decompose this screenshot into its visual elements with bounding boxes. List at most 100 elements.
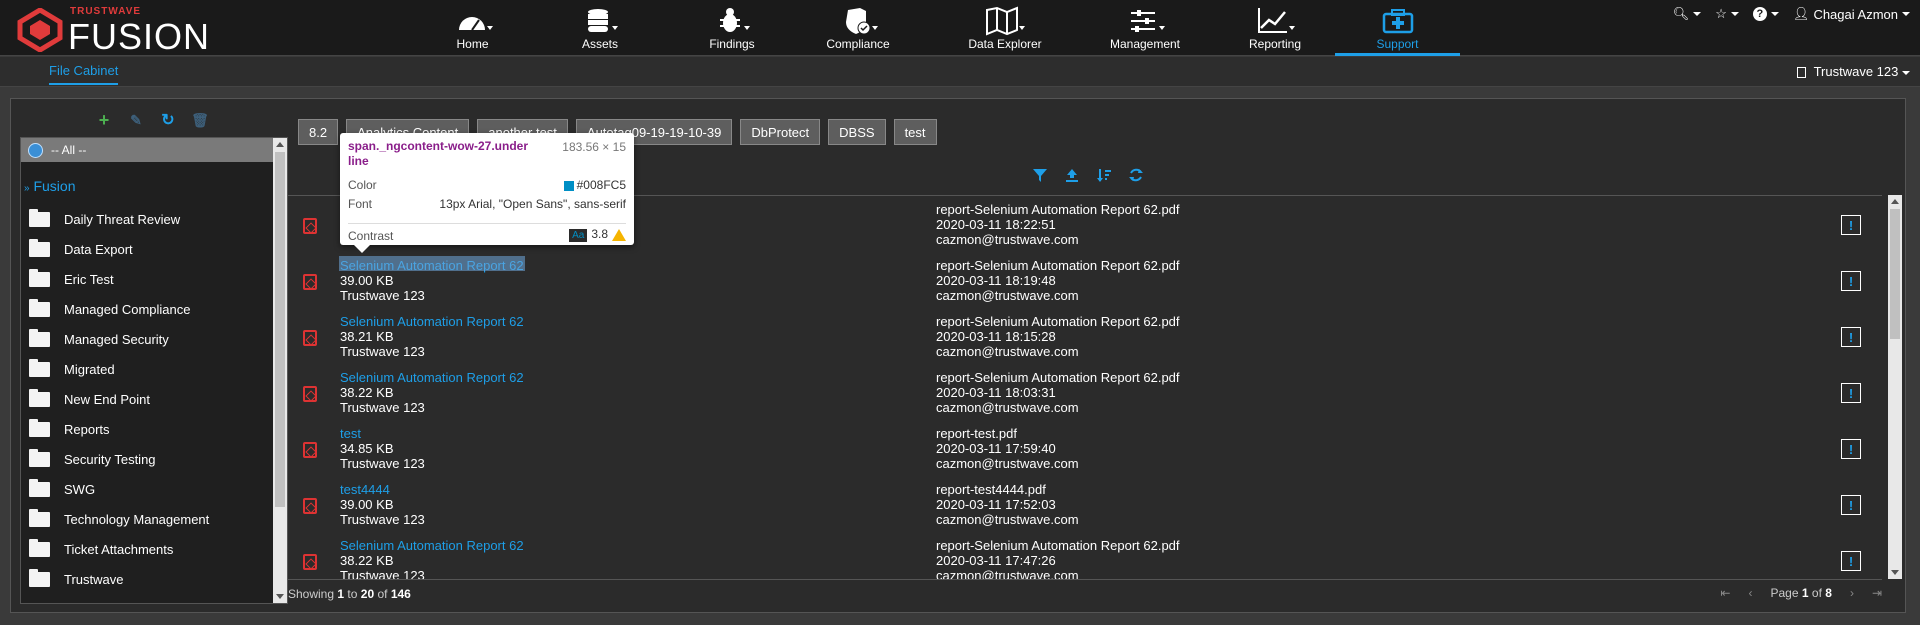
tab-file-cabinet[interactable]: File Cabinet xyxy=(49,63,119,85)
row-action-button[interactable]: ! xyxy=(1841,271,1861,291)
scroll-down-icon[interactable] xyxy=(276,594,284,599)
nav-data-explorer[interactable]: Data Explorer xyxy=(950,0,1060,56)
tag-button[interactable]: DbProtect xyxy=(740,119,821,145)
favorites-menu[interactable]: ☆ xyxy=(1715,6,1739,22)
file-size: 38.22 KB xyxy=(340,385,394,400)
folder-item[interactable]: Managed Compliance xyxy=(29,294,269,324)
file-list-scrollbar[interactable] xyxy=(1888,195,1902,579)
nav-findings[interactable]: Findings xyxy=(692,0,772,56)
folder-item[interactable]: New End Point xyxy=(29,384,269,414)
help-icon: ? xyxy=(1752,7,1767,21)
add-folder-button[interactable]: + xyxy=(95,110,113,130)
nav-home[interactable]: Home xyxy=(430,0,515,56)
folder-item[interactable]: SWG xyxy=(29,474,269,504)
folder-item[interactable]: Security Testing xyxy=(29,444,269,474)
folder-item[interactable]: Managed Security xyxy=(29,324,269,354)
next-page-icon[interactable]: › xyxy=(1850,586,1854,600)
scroll-up-icon[interactable] xyxy=(1891,199,1899,204)
trash-icon: 🗑︎ xyxy=(191,111,209,128)
folder-scrollbar[interactable] xyxy=(273,138,287,603)
refresh-folders-button[interactable]: ↻ xyxy=(159,111,177,129)
nav-compliance[interactable]: Compliance xyxy=(818,0,898,56)
file-list: report-Selenium Automation Report 62.pdf… xyxy=(288,195,1882,579)
nav-assets[interactable]: Assets xyxy=(560,0,640,56)
folder-icon xyxy=(29,268,50,287)
refresh-files-button[interactable] xyxy=(1128,167,1146,185)
tree-item-label: -- All -- xyxy=(51,143,87,157)
folder-tree: -- All -- » Fusion Daily Threat Review Da… xyxy=(20,137,288,604)
folder-item[interactable]: Migrated xyxy=(29,354,269,384)
row-action-button[interactable]: ! xyxy=(1841,215,1861,235)
delete-folder-button[interactable]: 🗑︎ xyxy=(191,111,209,129)
folder-item[interactable]: Eric Test xyxy=(29,264,269,294)
nav-management[interactable]: Management xyxy=(1090,0,1200,56)
folder-label: Security Testing xyxy=(64,451,156,467)
scroll-down-icon[interactable] xyxy=(1891,570,1899,575)
org-selector[interactable]: Trustwave 123 xyxy=(1796,64,1910,79)
prev-page-icon[interactable]: ‹ xyxy=(1748,586,1752,600)
scroll-up-icon[interactable] xyxy=(276,142,284,147)
nav-support[interactable]: Support xyxy=(1335,0,1460,56)
file-owner: cazmon@trustwave.com xyxy=(936,568,1079,579)
upload-button[interactable] xyxy=(1064,167,1082,185)
row-action-button[interactable]: ! xyxy=(1841,439,1861,459)
pagination: ⇤ ‹ Page 1 of 8 › ⇥ xyxy=(1720,586,1882,600)
file-row[interactable]: test 34.85 KB Trustwave 123 report-test.pdf… xyxy=(288,424,1863,480)
scroll-thumb[interactable] xyxy=(275,152,285,507)
nav-reporting[interactable]: Reporting xyxy=(1230,0,1320,56)
tag-button[interactable]: DBSS xyxy=(828,119,886,145)
upload-icon xyxy=(1066,169,1078,182)
report-name-link[interactable]: Selenium Automation Report 62 xyxy=(340,314,524,329)
row-action-button[interactable]: ! xyxy=(1841,551,1861,571)
nav-label: Support xyxy=(1376,37,1419,51)
report-name-link[interactable]: Selenium Automation Report 62 xyxy=(340,370,524,385)
folder-item[interactable]: Daily Threat Review xyxy=(29,204,269,234)
report-name-link[interactable]: test4444 xyxy=(340,482,425,497)
edit-folder-button[interactable]: ✎ xyxy=(127,111,145,129)
file-owner: cazmon@trustwave.com xyxy=(936,512,1079,527)
tree-root-fusion[interactable]: » Fusion xyxy=(24,178,75,194)
pdf-icon xyxy=(303,330,317,346)
folder-item[interactable]: Technology Management xyxy=(29,504,269,534)
nav-label: Assets xyxy=(581,37,618,51)
tooltip-color-label: Color xyxy=(348,178,377,192)
search-menu[interactable]: 🔍︎ xyxy=(1673,6,1702,22)
file-org: Trustwave 123 xyxy=(340,456,425,471)
user-menu[interactable]: 👤︎ Chagai Azmon xyxy=(1793,6,1910,22)
folder-item[interactable]: Ticket Attachments xyxy=(29,534,269,564)
pdf-icon xyxy=(303,554,317,570)
row-action-button[interactable]: ! xyxy=(1841,495,1861,515)
fusion-logo[interactable]: TRUSTWAVE FUSION xyxy=(16,6,209,57)
current-page: 1 xyxy=(1801,586,1809,600)
file-meta: report-Selenium Automation Report 62.pdf… xyxy=(936,538,1180,579)
row-action-button[interactable]: ! xyxy=(1841,327,1861,347)
tooltip-dimensions: 183.56 × 15 xyxy=(562,140,626,154)
tag-button[interactable]: 8.2 xyxy=(298,119,339,145)
sort-button[interactable] xyxy=(1096,167,1114,185)
first-page-icon[interactable]: ⇤ xyxy=(1720,586,1730,600)
content-panel: + ✎ ↻ 🗑︎ -- All -- » Fusion Daily Threat… xyxy=(10,98,1906,613)
report-name-link[interactable]: Selenium Automation Report 62 xyxy=(340,538,524,553)
filter-button[interactable] xyxy=(1032,167,1050,185)
folder-item[interactable]: Reports xyxy=(29,414,269,444)
file-row[interactable]: Selenium Automation Report 62 38.22 KB Tru… xyxy=(288,536,1863,579)
last-page-icon[interactable]: ⇥ xyxy=(1872,586,1882,600)
report-name-link[interactable]: test xyxy=(340,426,425,441)
file-row[interactable]: Selenium Automation Report 62 38.22 KB Tru… xyxy=(288,368,1863,424)
row-action-button[interactable]: ! xyxy=(1841,383,1861,403)
exclamation-icon: ! xyxy=(1848,497,1854,513)
file-row[interactable]: test4444 39.00 KB Trustwave 123 report-test… xyxy=(288,480,1863,536)
tag-button[interactable]: test xyxy=(893,119,937,145)
nav-label: Compliance xyxy=(826,37,890,51)
folder-item[interactable]: Data Export xyxy=(29,234,269,264)
tooltip-contrast-value: Aa 3.8 xyxy=(569,227,626,242)
file-row[interactable]: Selenium Automation Report 62 38.21 KB Tru… xyxy=(288,312,1863,368)
folder-label: Migrated xyxy=(64,361,115,377)
folder-item[interactable]: Trustwave xyxy=(29,564,269,594)
map-icon xyxy=(950,6,1060,36)
tree-item-all[interactable]: -- All -- xyxy=(21,138,273,162)
help-menu[interactable]: ? xyxy=(1752,7,1779,21)
brand-name: FUSION xyxy=(68,16,211,57)
folder-icon xyxy=(29,538,50,557)
scroll-thumb[interactable] xyxy=(1890,209,1900,339)
